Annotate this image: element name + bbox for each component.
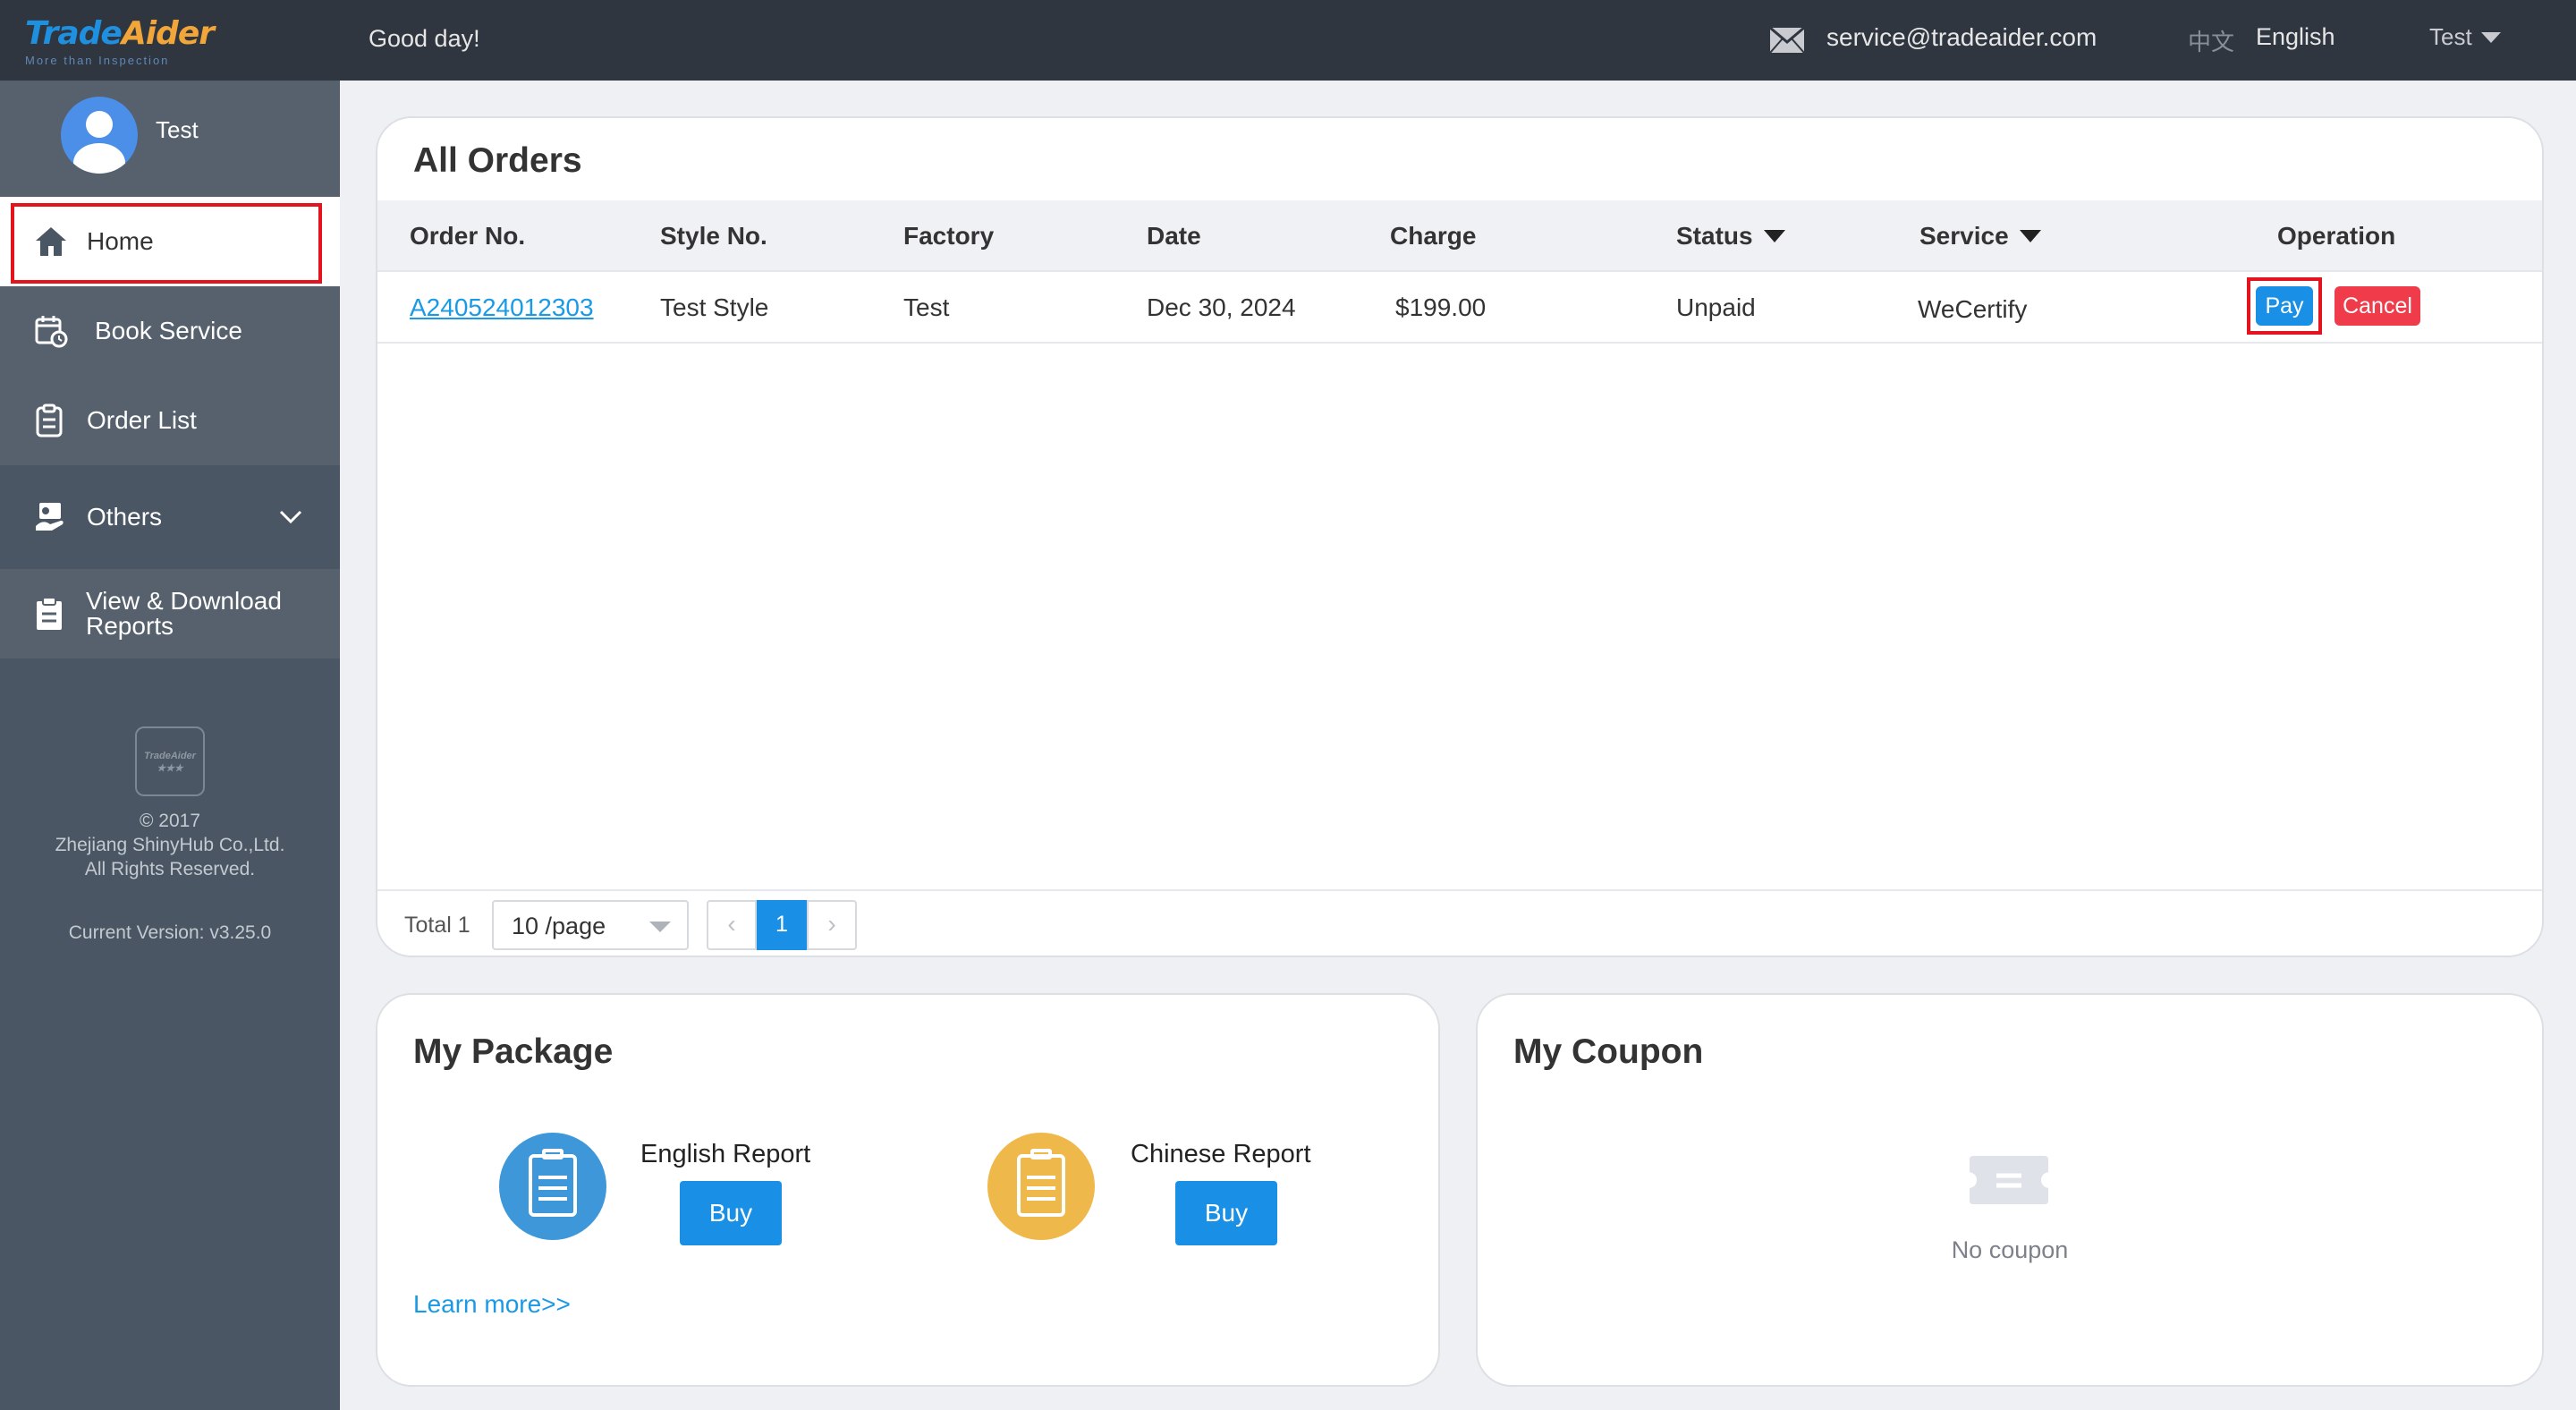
buy-english-report-button[interactable]: Buy	[680, 1181, 782, 1245]
next-page-button[interactable]: ›	[807, 900, 857, 950]
learn-more-link[interactable]: Learn more>>	[413, 1290, 571, 1319]
pagination: Total 1 10 /page ‹ 1 ›	[377, 889, 2542, 956]
profile-name: Test	[156, 116, 199, 143]
sidebar-item-reports[interactable]: View & Download Reports	[0, 569, 340, 658]
page-size-select[interactable]: 10 /page	[492, 900, 689, 950]
tradeaider-logo[interactable]: TradeAider More than Inspection	[25, 16, 215, 68]
mail-icon	[1769, 27, 1805, 54]
status-cell: Unpaid	[1676, 293, 1756, 321]
my-package-card: My Package English Report Buy Chinese Re…	[376, 993, 1440, 1387]
table-row: A240524012303 Test Style Test Dec 30, 20…	[377, 272, 2542, 344]
greeting-text: Good day!	[369, 25, 480, 52]
my-package-title: My Package	[413, 1032, 614, 1071]
language-chinese[interactable]: 中文	[2188, 24, 2234, 57]
avatar[interactable]	[61, 97, 138, 174]
user-menu-label: Test	[2429, 23, 2472, 50]
chinese-report-icon	[987, 1133, 1095, 1240]
sidebar-item-label: Order List	[87, 406, 197, 434]
sidebar-footer: TradeAider ★★★ © 2017 Zhejiang ShinyHub C…	[0, 726, 340, 945]
col-charge: Charge	[1390, 222, 1477, 250]
all-orders-title: All Orders	[413, 141, 582, 180]
top-bar: TradeAider More than Inspection Good day…	[0, 0, 2576, 81]
pay-button[interactable]: Pay	[2256, 286, 2313, 326]
copyright-year: © 2017	[139, 811, 201, 831]
calendar-clock-icon	[35, 316, 68, 348]
caret-down-icon	[1763, 230, 1785, 242]
support-email[interactable]: service@tradeaider.com	[1826, 23, 2097, 52]
col-factory: Factory	[903, 222, 995, 250]
clipboard-list-icon	[36, 403, 63, 437]
col-order-no: Order No.	[410, 222, 526, 250]
col-operation: Operation	[2277, 222, 2396, 250]
all-orders-card: All Orders Order No. Style No. Factory D…	[376, 116, 2544, 957]
footer-logo: TradeAider ★★★	[135, 726, 205, 796]
home-highlight-box	[11, 203, 322, 284]
col-status-filter[interactable]: Status	[1676, 222, 1785, 251]
col-style-no: Style No.	[660, 222, 767, 250]
date-cell: Dec 30, 2024	[1147, 293, 1296, 321]
others-icon	[36, 503, 64, 531]
no-coupon-text: No coupon	[1951, 1236, 2069, 1263]
style-no-cell: Test Style	[660, 293, 769, 321]
buy-chinese-report-button[interactable]: Buy	[1175, 1181, 1277, 1245]
charge-cell: $199.00	[1395, 293, 1487, 321]
col-service-filter[interactable]: Service	[1919, 222, 2041, 251]
order-no-link[interactable]: A240524012303	[410, 293, 594, 322]
sidebar-item-label: Book Service	[95, 317, 242, 344]
my-coupon-title: My Coupon	[1513, 1032, 1704, 1071]
factory-cell: Test	[903, 293, 950, 321]
sidebar-item-book-service[interactable]: Book Service	[0, 286, 340, 376]
my-coupon-card: My Coupon No coupon	[1476, 993, 2544, 1387]
total-count: Total 1	[404, 913, 470, 938]
coupon-ticket-icon	[1970, 1156, 2048, 1204]
chinese-report-label: Chinese Report	[1131, 1140, 1311, 1168]
sidebar-item-others[interactable]: Others	[0, 465, 340, 569]
service-cell: WeCertify	[1918, 295, 2028, 323]
table-header: Order No. Style No. Factory Date Charge …	[377, 200, 2542, 272]
sidebar-item-label: View & Download	[86, 587, 282, 615]
profile-section: Test	[0, 81, 340, 197]
prev-page-button[interactable]: ‹	[707, 900, 757, 950]
caret-down-icon	[2019, 230, 2041, 242]
logo-tagline: More than Inspection	[25, 54, 170, 67]
sidebar-item-order-list[interactable]: Order List	[0, 376, 340, 465]
report-download-icon	[37, 597, 62, 630]
language-english[interactable]: English	[2256, 23, 2335, 51]
cancel-button[interactable]: Cancel	[2334, 286, 2420, 326]
chevron-down-icon	[279, 510, 302, 524]
page-number-button[interactable]: 1	[757, 900, 807, 950]
english-report-label: English Report	[640, 1140, 811, 1168]
sidebar-item-label-line2: Reports	[86, 612, 174, 640]
chevron-down-icon	[649, 922, 671, 932]
version-text: Current Version: v3.25.0	[68, 922, 272, 943]
company-name: Zhejiang ShinyHub Co.,Ltd.	[55, 835, 285, 855]
col-date: Date	[1147, 222, 1201, 250]
user-menu[interactable]: Test	[2429, 23, 2501, 51]
english-report-icon	[499, 1133, 606, 1240]
caret-down-icon	[2480, 31, 2501, 43]
sidebar-item-label: Others	[87, 503, 163, 531]
rights-text: All Rights Reserved.	[84, 859, 256, 879]
